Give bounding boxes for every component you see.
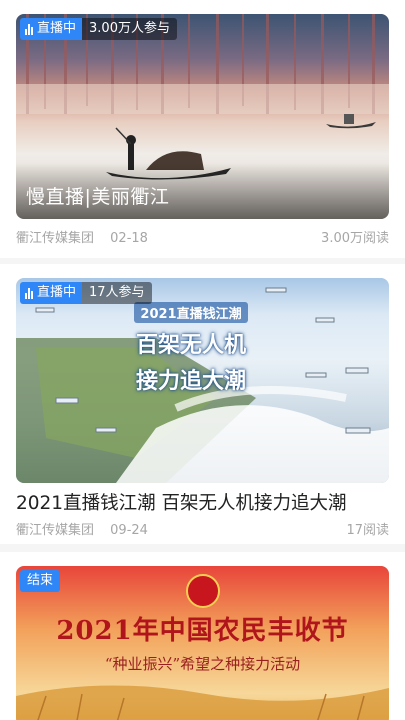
live-signal-icon (25, 287, 33, 299)
read-count: 3.00万阅读 (321, 231, 389, 246)
overlay-line-1: 百架无人机 (135, 332, 246, 358)
live-status-badge: 直播中 17人参与 (20, 282, 152, 304)
date-label: 09-24 (110, 523, 148, 538)
live-label: 直播中 (20, 18, 83, 40)
banner-subtitle: “种业振兴”希望之种接力活动 (104, 655, 301, 673)
card-thumbnail[interactable]: 直播中 3.00万人参与 慢直播|美丽衢江 (16, 14, 389, 219)
card-thumbnail[interactable]: 2021年中国农民丰收节 “种业振兴”希望之种接力活动 结束 (16, 566, 389, 720)
feed-card-qiantang-tide[interactable]: 2021直播钱江潮 百架无人机 接力追大潮 直播中 17人参与 2021直播钱江… (0, 264, 405, 544)
feed-card-live-qujiang[interactable]: 直播中 3.00万人参与 慢直播|美丽衢江 衢江传媒集团 02-18 3.00万… (0, 0, 405, 258)
banner-text: 2021年中国农民丰收节 “种业振兴”希望之种接力活动 (16, 610, 389, 674)
thumbnail-overlay-text: 2021直播钱江潮 百架无人机 接力追大潮 (126, 302, 256, 395)
card-meta: 衢江传媒集团 02-18 3.00万阅读 (16, 227, 389, 246)
live-label: 直播中 (20, 282, 83, 304)
status-text: 直播中 (37, 285, 77, 300)
live-signal-icon (25, 23, 33, 35)
date-label: 02-18 (110, 231, 148, 246)
status-text: 结束 (20, 570, 61, 592)
wheat-field-image (16, 685, 389, 720)
participant-count: 3.00万人参与 (82, 18, 177, 40)
festival-emblem-icon (186, 574, 220, 608)
read-count: 17阅读 (346, 523, 389, 538)
source-label: 衢江传媒集团 (16, 523, 95, 538)
source-label: 衢江传媒集团 (16, 231, 95, 246)
thumbnail-title-text: 慢直播|美丽衢江 (26, 186, 170, 208)
card-thumbnail[interactable]: 2021直播钱江潮 百架无人机 接力追大潮 直播中 17人参与 (16, 278, 389, 483)
card-title[interactable]: 2021直播钱江潮 百架无人机接力追大潮 (16, 491, 389, 517)
card-meta: 衢江传媒集团 09-24 17阅读 (16, 519, 389, 538)
live-status-badge: 直播中 3.00万人参与 (20, 18, 177, 40)
news-feed: 直播中 3.00万人参与 慢直播|美丽衢江 衢江传媒集团 02-18 3.00万… (0, 0, 405, 720)
participant-count: 17人参与 (82, 282, 152, 304)
feed-card-harvest-festival[interactable]: 2021年中国农民丰收节 “种业振兴”希望之种接力活动 结束 (0, 552, 405, 720)
ended-status-badge: 结束 (20, 570, 61, 592)
banner-title: 2021年中国农民丰收节 (56, 616, 349, 646)
small-boat-image (326, 114, 376, 129)
status-text: 直播中 (37, 21, 77, 36)
overlay-line-2: 接力追大潮 (135, 368, 246, 394)
thumbnail-title: 慢直播|美丽衢江 (16, 163, 389, 219)
overlay-heading: 2021直播钱江潮 (134, 302, 248, 323)
